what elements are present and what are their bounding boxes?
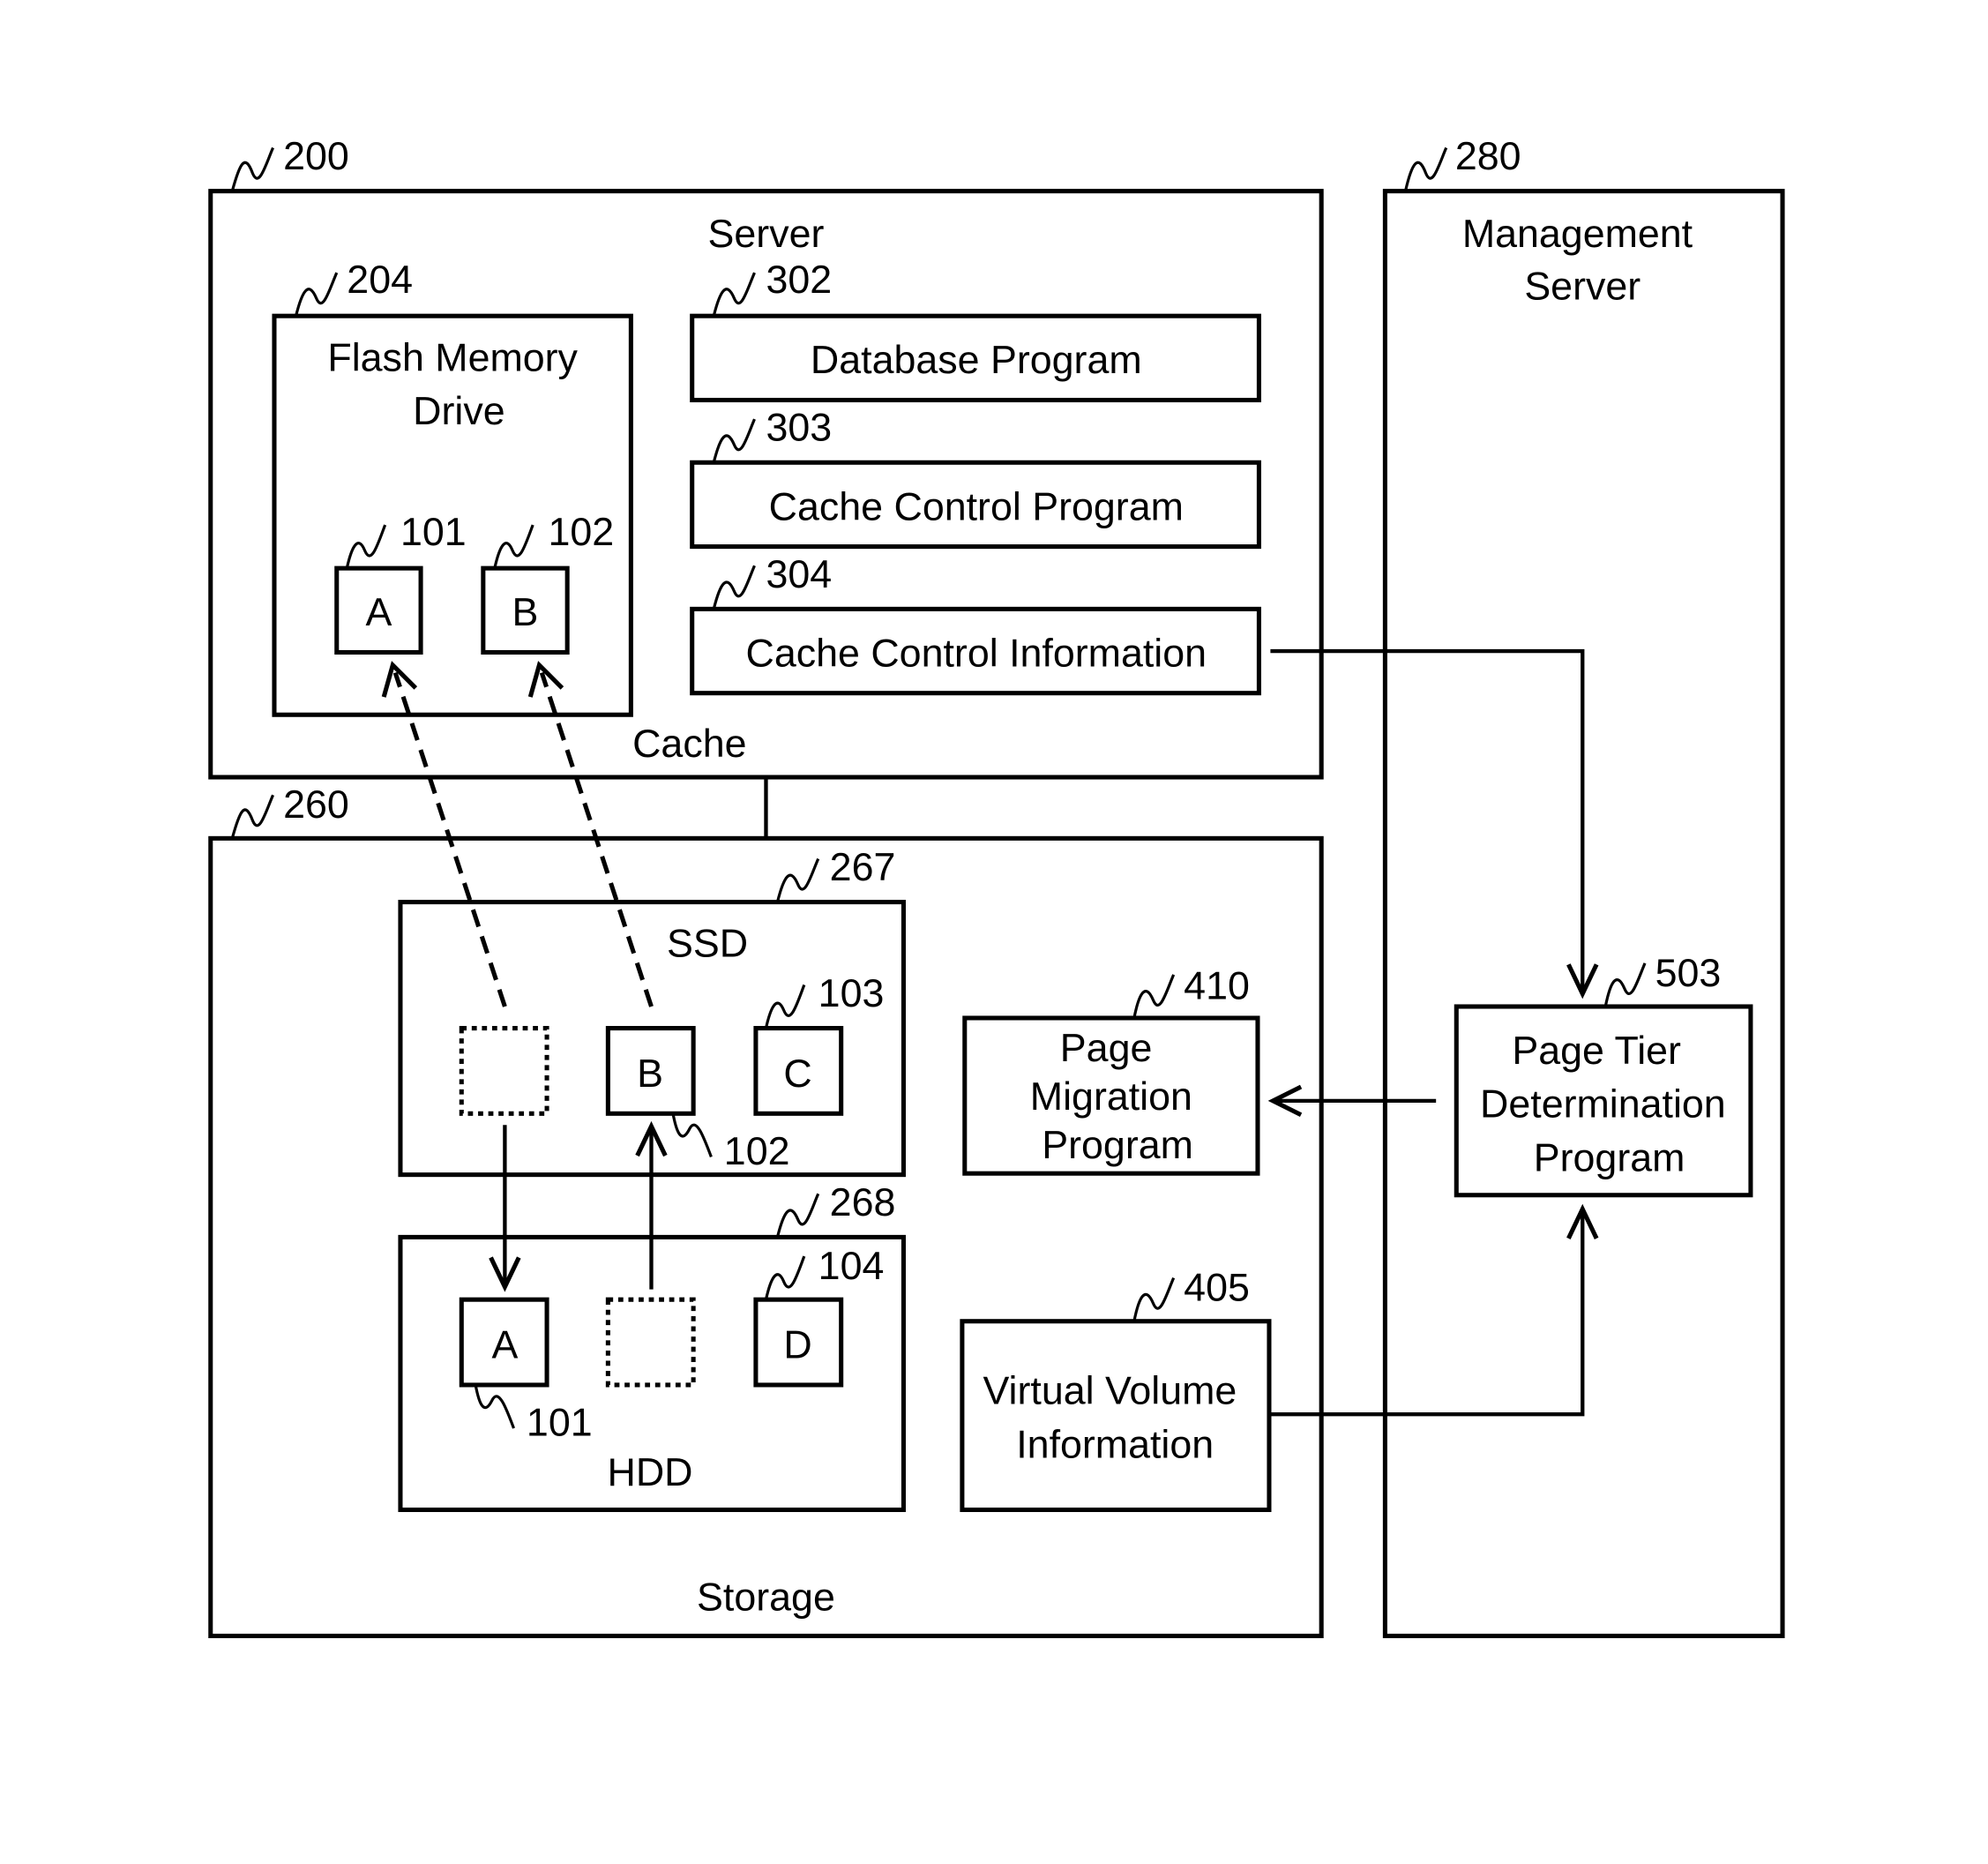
virtual-volume-information-box xyxy=(960,1319,1272,1513)
database-program-ref: 302 xyxy=(766,258,832,302)
hdd-page-a-label: A xyxy=(491,1323,518,1367)
hdd-page-a-ref: 101 xyxy=(527,1401,593,1445)
storage-title: Storage xyxy=(697,1576,835,1620)
page-migration-program-ref: 410 xyxy=(1184,963,1250,1007)
ssd-ref: 267 xyxy=(830,845,896,889)
server-ref: 200 xyxy=(283,134,349,178)
hdd-title: HDD xyxy=(608,1450,693,1494)
server-ref-leader xyxy=(230,146,274,192)
virtual-volume-information-ref: 405 xyxy=(1184,1266,1250,1310)
virtual-volume-information-line2: Information xyxy=(1016,1422,1214,1466)
page-tier-determination-program-ref: 503 xyxy=(1655,951,1722,995)
flash-page-a-label: A xyxy=(365,590,392,634)
hdd-page-d-label: D xyxy=(783,1323,811,1367)
page-tier-line3: Program xyxy=(1534,1135,1685,1179)
page-migration-program-line1: Page xyxy=(1060,1026,1153,1070)
system-diagram: 200 Server Cache 204 Flash Memory Drive … xyxy=(208,134,1785,1638)
flash-page-b-ref: 102 xyxy=(548,510,614,554)
cache-control-information-ref: 304 xyxy=(766,552,832,596)
page-migration-program-line3: Program xyxy=(1042,1123,1193,1167)
ssd-page-b-label: B xyxy=(637,1052,663,1096)
flash-drive-title-line1: Flash Memory xyxy=(327,335,578,379)
cache-label: Cache xyxy=(632,722,746,766)
page-migration-program-line2: Migration xyxy=(1030,1074,1192,1119)
storage-ref: 260 xyxy=(283,782,349,827)
page-tier-line1: Page Tier xyxy=(1512,1029,1681,1073)
hdd-page-d-ref: 104 xyxy=(818,1244,885,1288)
flash-drive-title-line2: Drive xyxy=(413,389,504,433)
ssd-title: SSD xyxy=(667,922,748,966)
virtual-volume-information-line1: Virtual Volume xyxy=(983,1369,1237,1413)
cache-control-information-label: Cache Control Information xyxy=(746,631,1207,675)
flash-page-a-ref: 101 xyxy=(400,510,467,554)
management-server-title-line1: Management xyxy=(1462,212,1693,256)
hdd-ref: 268 xyxy=(830,1180,896,1224)
cache-control-program-label: Cache Control Program xyxy=(769,484,1184,528)
cache-control-program-ref: 303 xyxy=(766,406,832,450)
management-server-title-line2: Server xyxy=(1524,264,1640,308)
management-server-ref-leader xyxy=(1403,146,1448,191)
storage-ref-leader xyxy=(230,794,274,839)
server-title: Server xyxy=(708,212,825,256)
ssd-page-c-label: C xyxy=(783,1052,811,1096)
ssd-page-b-ref: 102 xyxy=(724,1129,790,1173)
flash-page-b-label: B xyxy=(512,590,539,634)
management-server-ref: 280 xyxy=(1455,134,1521,178)
page-tier-line2: Determination xyxy=(1480,1082,1726,1127)
database-program-label: Database Program xyxy=(811,338,1142,382)
flash-memory-drive: 204 Flash Memory Drive A 101 B 102 xyxy=(272,258,633,717)
flash-drive-ref: 204 xyxy=(347,258,413,302)
ssd-page-c-ref: 103 xyxy=(818,971,885,1015)
